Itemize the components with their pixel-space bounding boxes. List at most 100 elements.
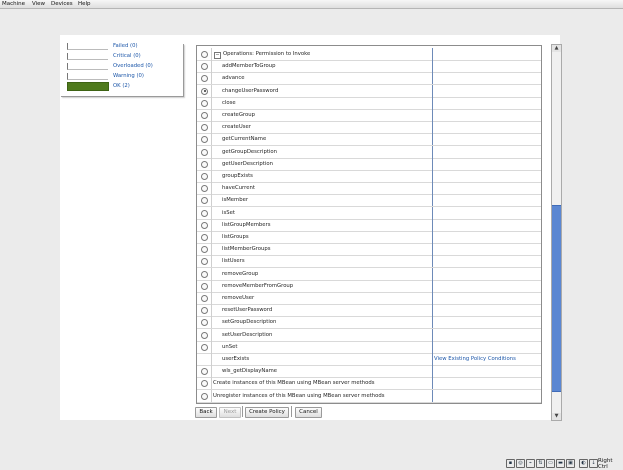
row-radio-button[interactable] — [201, 185, 208, 193]
mouse-integration-icon[interactable]: ◐ — [579, 459, 588, 468]
menu-help[interactable]: Help — [76, 0, 93, 8]
hard-disk-icon[interactable]: ▪ — [506, 459, 515, 468]
menu-view[interactable]: View — [30, 0, 47, 8]
row-radio-button[interactable] — [201, 368, 208, 376]
policy-condition-cell — [432, 170, 541, 182]
radio-cell — [197, 328, 212, 341]
operation-name: removeUser — [222, 295, 255, 301]
operations-header-label: Operations: Permission to Invoke — [223, 51, 311, 57]
operation-row: setGroupDescription — [197, 316, 541, 330]
network-icon[interactable]: ⇅ — [536, 459, 545, 468]
operation-row: createGroup — [197, 109, 541, 122]
policy-condition-cell — [432, 365, 541, 378]
menu-devices[interactable]: Devices — [49, 0, 75, 8]
legend-swatch — [67, 82, 109, 91]
row-radio-button[interactable] — [201, 392, 208, 400]
radio-cell — [197, 353, 212, 365]
legend-label[interactable]: Failed (0) — [113, 42, 138, 51]
create-policy-button[interactable]: Create Policy — [245, 407, 289, 418]
row-radio-button[interactable] — [201, 380, 208, 388]
row-radio-button[interactable] — [201, 258, 208, 266]
row-radio-button[interactable] — [201, 319, 208, 327]
legend-label[interactable]: Critical (0) — [113, 52, 141, 61]
operations-header: − Operations: Permission to Invoke — [212, 48, 431, 60]
mbean-instance-row: Create instances of this MBean using MBe… — [197, 377, 541, 391]
operation-row: getCurrentName — [197, 133, 541, 147]
row-radio-button[interactable] — [201, 112, 208, 119]
legend-label[interactable]: OK (2) — [113, 82, 130, 91]
policy-condition-cell — [432, 328, 541, 341]
row-radio-button[interactable] — [201, 282, 208, 290]
radio-cell — [197, 255, 212, 268]
row-radio-button[interactable] — [201, 136, 208, 144]
operation-name: haveCurrent — [222, 185, 255, 192]
optical-drive-icon[interactable]: ◎ — [516, 459, 525, 468]
operation-name: wls_getDisplayName — [222, 368, 278, 375]
row-radio-button[interactable] — [201, 99, 208, 107]
operation-name: setGroupDescription — [222, 319, 277, 326]
host-statusbar: ▪ ◎ ⌁ ⇅ ▭ ▬ ▣ ◐ ↓ Right Ctrl — [0, 455, 623, 470]
operation-row: haveCurrent — [197, 182, 541, 196]
row-radio-button[interactable] — [201, 343, 208, 351]
operation-row: addMemberToGroup — [197, 60, 541, 74]
radio-cell — [197, 206, 212, 219]
row-radio-button[interactable] — [201, 246, 208, 254]
back-button[interactable]: Back — [195, 407, 217, 418]
operation-row: removeUser — [197, 292, 541, 305]
row-radio-button[interactable] — [201, 160, 208, 168]
row-radio-button[interactable] — [201, 51, 208, 58]
policy-condition-cell — [432, 218, 541, 231]
policy-condition-cell — [432, 96, 541, 109]
row-radio-button[interactable] — [201, 221, 208, 229]
mbean-instance-label: Create instances of this MBean using MBe… — [213, 380, 375, 387]
video-capture-icon[interactable]: ▬ — [556, 459, 565, 468]
policy-condition-cell — [432, 60, 541, 73]
scroll-thumb[interactable] — [552, 205, 561, 392]
radio-cell — [197, 279, 212, 292]
menu-machine[interactable]: Machine — [0, 0, 27, 8]
row-radio-button[interactable] — [201, 63, 208, 71]
operation-name: addMemberToGroup — [222, 63, 276, 70]
row-radio-button[interactable] — [201, 209, 208, 217]
row-radio-button[interactable] — [201, 295, 208, 302]
policy-condition-cell: View Existing Policy Conditions — [432, 353, 541, 365]
operation-name: isMember — [222, 197, 249, 204]
row-radio-button[interactable] — [201, 197, 208, 205]
row-radio-button[interactable] — [201, 234, 208, 241]
policy-condition-cell — [432, 389, 541, 402]
usb-icon[interactable]: ⌁ — [526, 459, 535, 468]
policy-condition-cell — [432, 231, 541, 243]
row-radio-button[interactable] — [201, 148, 208, 156]
shared-folder-icon[interactable]: ▭ — [546, 459, 555, 468]
next-button[interactable]: Next — [219, 407, 241, 418]
scroll-down-arrow-icon[interactable]: ▼ — [552, 413, 561, 420]
operation-row: listMemberGroups — [197, 243, 541, 257]
policy-condition-cell — [432, 157, 541, 170]
row-radio-button[interactable] — [201, 307, 208, 315]
row-radio-button[interactable] — [201, 331, 208, 339]
page-scrollbar[interactable]: ▲ ▼ — [551, 44, 562, 421]
legend-swatch — [67, 73, 108, 80]
host-key-icon[interactable]: ↓ — [589, 459, 598, 468]
operation-name: isSet — [222, 209, 235, 216]
row-radio-button[interactable] — [201, 173, 208, 180]
radio-cell — [197, 218, 212, 231]
collapse-icon[interactable]: − — [214, 52, 221, 59]
radio-cell — [197, 267, 212, 280]
row-radio-button[interactable] — [201, 124, 208, 132]
radio-cell — [197, 48, 212, 60]
scroll-up-arrow-icon[interactable]: ▲ — [552, 45, 561, 52]
row-radio-button[interactable] — [201, 75, 208, 83]
health-legend: Failed (0) Critical (0) Overloaded (0) Warn… — [61, 42, 184, 97]
operations-policy-table: − Operations: Permission to Invoke addMemb… — [196, 45, 542, 404]
view-policy-conditions-link[interactable]: View Existing Policy Conditions — [434, 356, 516, 362]
legend-label[interactable]: Warning (0) — [113, 72, 144, 81]
cancel-button[interactable]: Cancel — [295, 407, 322, 418]
legend-label[interactable]: Overloaded (0) — [113, 62, 153, 71]
row-radio-button[interactable] — [201, 270, 208, 278]
radio-cell — [197, 340, 212, 353]
display-icon[interactable]: ▣ — [566, 459, 575, 468]
operation-row: removeGroup — [197, 267, 541, 281]
row-radio-button[interactable] — [201, 87, 208, 95]
operation-row: createUser — [197, 121, 541, 135]
